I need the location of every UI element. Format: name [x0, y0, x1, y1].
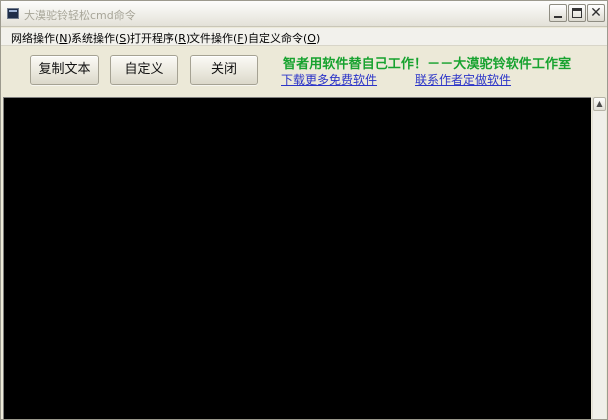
- menu-custom-command-label: 自定义命令: [248, 32, 303, 45]
- main-window: 大漠驼铃轻松cmd命令 ✕ 网络操作(N) 系统操作(S) 打开程序(R) 文件…: [0, 0, 608, 420]
- menu-open-program[interactable]: 打开程序(R): [130, 30, 190, 46]
- close-window-button[interactable]: ✕: [587, 4, 605, 22]
- customize-button[interactable]: 自定义: [110, 55, 178, 85]
- maximize-icon: [572, 8, 582, 18]
- menu-bar: 网络操作(N) 系统操作(S) 打开程序(R) 文件操作(F) 自定义命令(O): [1, 28, 607, 46]
- console-output-area[interactable]: [3, 97, 591, 419]
- menu-system[interactable]: 系统操作(S): [71, 30, 131, 46]
- title-bar[interactable]: 大漠驼铃轻松cmd命令 ✕: [1, 1, 607, 27]
- download-more-software-link[interactable]: 下载更多免费软件: [281, 71, 377, 88]
- menu-system-key: S: [119, 32, 127, 45]
- close-button[interactable]: 关闭: [190, 55, 258, 85]
- window-title: 大漠驼铃轻松cmd命令: [24, 9, 136, 22]
- menu-open-program-label: 打开程序: [130, 32, 174, 45]
- menu-custom-command[interactable]: 自定义命令(O): [248, 30, 320, 46]
- scroll-up-arrow-icon[interactable]: ▲: [593, 97, 606, 111]
- close-icon: ✕: [590, 5, 602, 21]
- slogan-text: 智者用软件替自己工作！－－大漠驼铃软件工作室: [283, 57, 572, 72]
- menu-custom-command-key: O: [307, 32, 316, 45]
- maximize-button[interactable]: [568, 4, 586, 22]
- menu-network-label: 网络操作: [11, 32, 55, 45]
- menu-network-key: N: [59, 32, 68, 45]
- menu-network[interactable]: 网络操作(N): [11, 30, 72, 46]
- menu-system-label: 系统操作: [71, 32, 115, 45]
- menu-file[interactable]: 文件操作(F): [189, 30, 248, 46]
- menu-file-key: F: [237, 32, 244, 45]
- app-icon: [7, 8, 19, 19]
- console-scrollbar[interactable]: ▲: [592, 97, 606, 419]
- menu-file-label: 文件操作: [189, 32, 233, 45]
- minimize-icon: [554, 16, 562, 18]
- contact-author-link[interactable]: 联系作者定做软件: [415, 71, 511, 88]
- copy-text-button[interactable]: 复制文本: [30, 55, 99, 85]
- toolbar: 复制文本 自定义 关闭 智者用软件替自己工作！－－大漠驼铃软件工作室 下载更多免…: [1, 47, 607, 96]
- minimize-button[interactable]: [549, 4, 567, 22]
- menu-open-program-key: R: [178, 32, 186, 45]
